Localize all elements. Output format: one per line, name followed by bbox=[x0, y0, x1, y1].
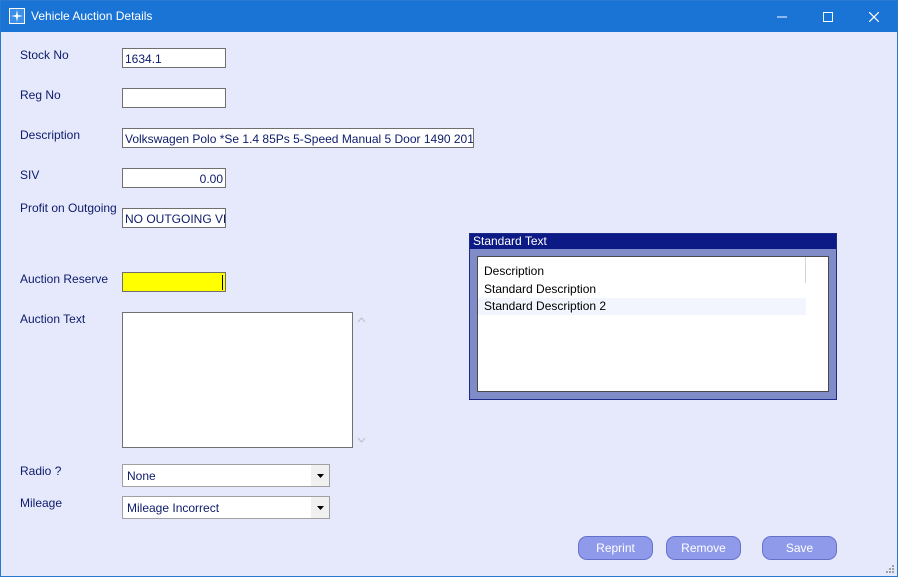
standard-text-list[interactable]: Description Standard Description Standar… bbox=[477, 256, 829, 392]
auction-text-label: Auction Text bbox=[20, 312, 86, 326]
profit-input[interactable]: NO OUTGOING VEHICLE bbox=[122, 208, 226, 228]
auction-text-area[interactable] bbox=[122, 312, 353, 448]
close-button[interactable] bbox=[851, 1, 897, 32]
siv-label: SIV bbox=[20, 168, 40, 182]
stock-no-label: Stock No bbox=[20, 48, 69, 62]
list-item[interactable]: Standard Description 2 bbox=[478, 298, 806, 315]
auction-text-scrollbar[interactable] bbox=[353, 312, 370, 448]
mileage-label: Mileage bbox=[20, 496, 63, 510]
standard-text-panel: Standard Text Description Standard Descr… bbox=[469, 233, 837, 400]
maximize-button[interactable] bbox=[805, 1, 851, 32]
minimize-button[interactable] bbox=[759, 1, 805, 32]
list-column-header[interactable]: Description bbox=[478, 257, 806, 283]
scroll-up-icon[interactable] bbox=[357, 316, 366, 325]
siv-input[interactable]: 0.00 bbox=[122, 168, 226, 188]
chevron-down-icon[interactable] bbox=[311, 497, 329, 518]
description-label: Description bbox=[20, 128, 81, 142]
auction-reserve-label: Auction Reserve bbox=[20, 272, 109, 286]
radio-select[interactable]: None bbox=[122, 464, 330, 487]
reg-no-label: Reg No bbox=[20, 88, 61, 102]
app-icon bbox=[9, 8, 25, 24]
reprint-button[interactable]: Reprint bbox=[578, 536, 653, 560]
scroll-down-icon[interactable] bbox=[357, 436, 366, 445]
close-icon bbox=[869, 11, 879, 22]
resize-grip-icon[interactable] bbox=[885, 564, 895, 574]
maximize-icon bbox=[823, 11, 833, 22]
text-caret bbox=[222, 275, 223, 290]
mileage-select[interactable]: Mileage Incorrect bbox=[122, 496, 330, 519]
vehicle-auction-window: Vehicle Auction Details Stock No Reg No … bbox=[0, 0, 898, 577]
window-title: Vehicle Auction Details bbox=[31, 9, 153, 23]
description-input[interactable]: Volkswagen Polo *Se 1.4 85Ps 5-Speed Man… bbox=[122, 128, 474, 148]
column-header-description: Description bbox=[484, 264, 545, 278]
radio-selected-value: None bbox=[127, 469, 156, 483]
title-bar[interactable]: Vehicle Auction Details bbox=[1, 1, 897, 32]
standard-text-title: Standard Text bbox=[470, 234, 836, 249]
chevron-down-icon[interactable] bbox=[311, 465, 329, 486]
remove-button[interactable]: Remove bbox=[666, 536, 741, 560]
radio-label: Radio ? bbox=[20, 464, 62, 478]
auction-reserve-input[interactable] bbox=[122, 272, 226, 292]
profit-label: Profit on Outgoing bbox=[20, 201, 117, 215]
minimize-icon bbox=[777, 16, 787, 17]
list-item[interactable]: Standard Description bbox=[478, 281, 806, 298]
mileage-selected-value: Mileage Incorrect bbox=[127, 501, 220, 515]
reg-no-input[interactable] bbox=[122, 88, 226, 108]
stock-no-input[interactable]: 1634.1 bbox=[122, 48, 226, 68]
save-button[interactable]: Save bbox=[762, 536, 837, 560]
